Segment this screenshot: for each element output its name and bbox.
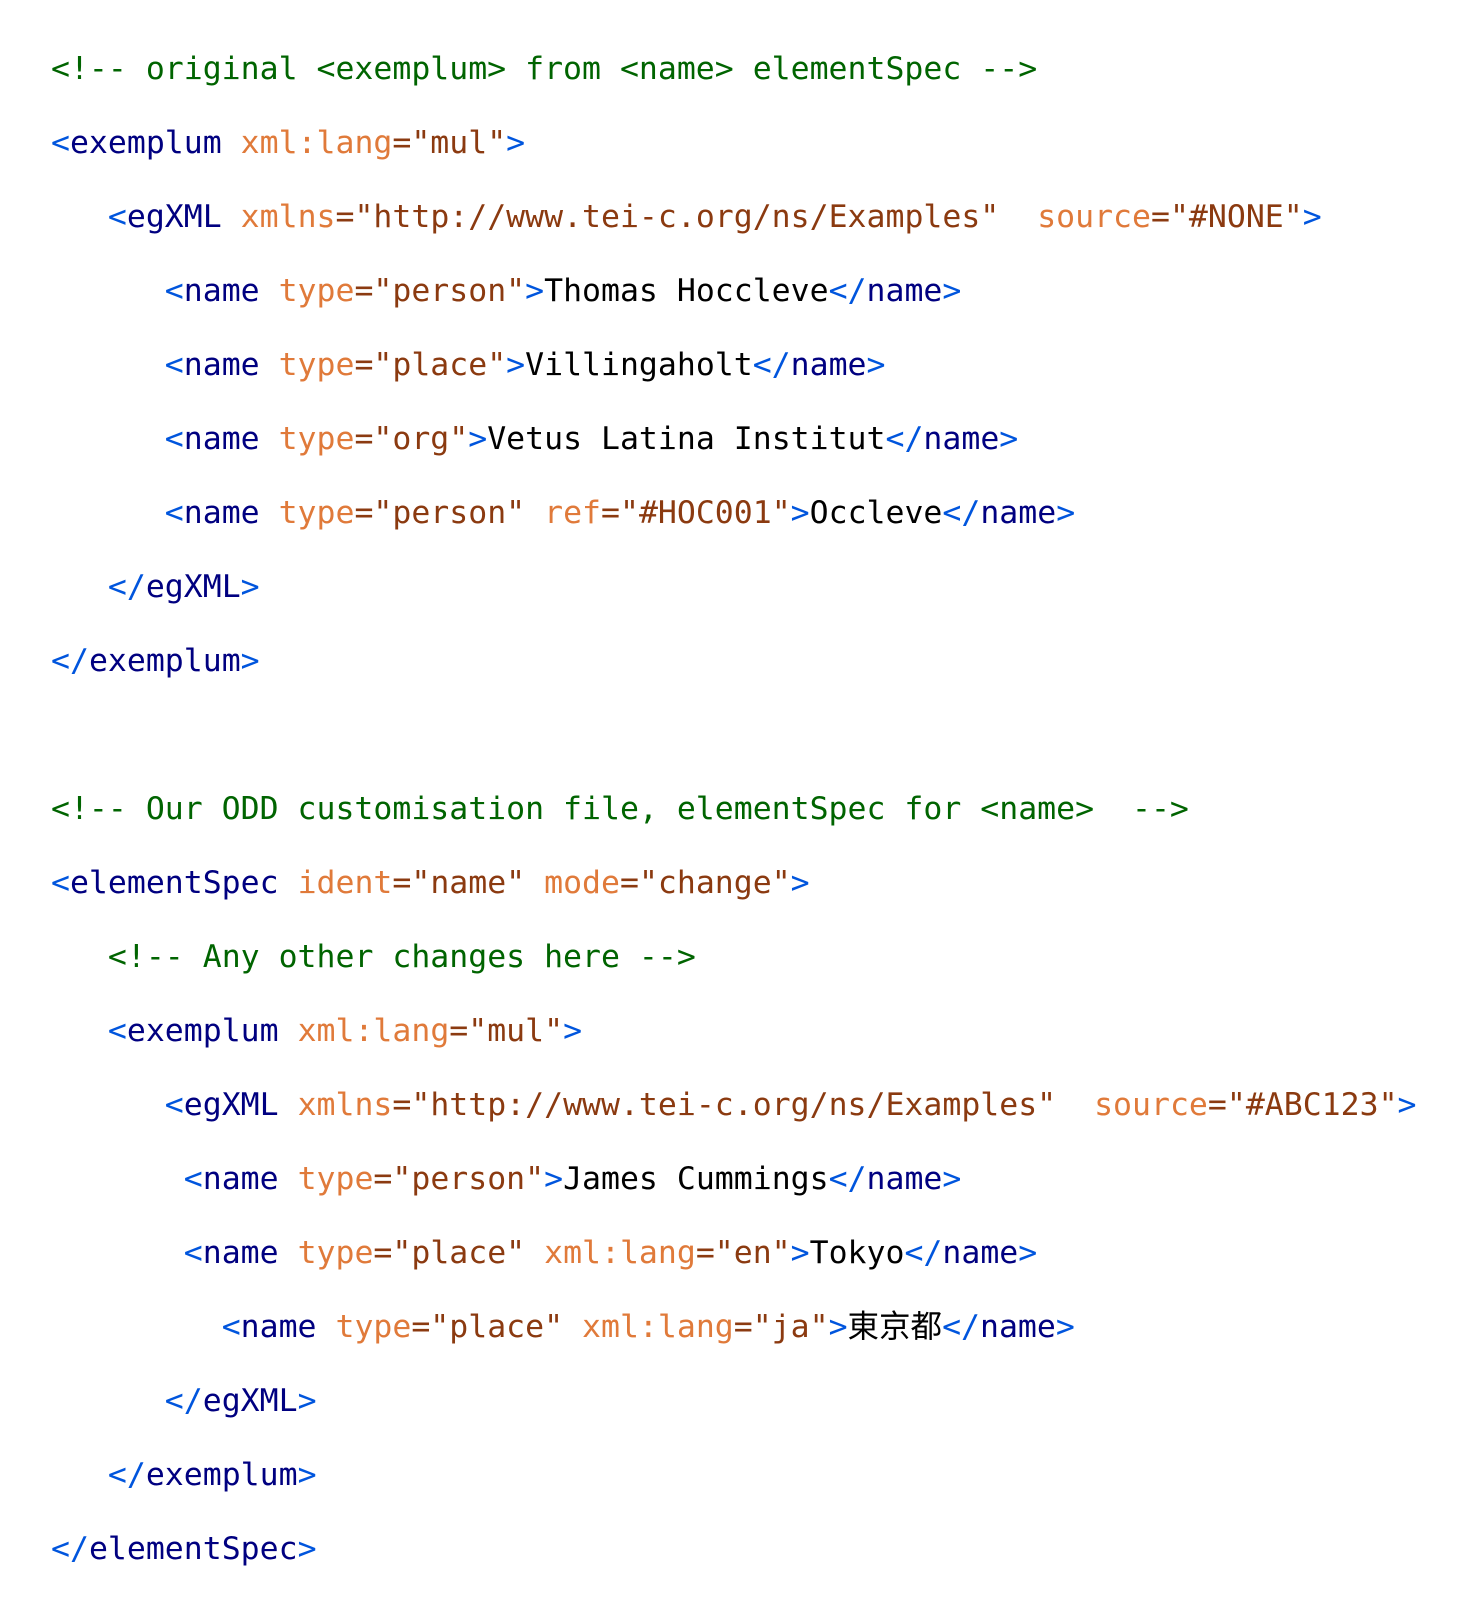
attr-type: type: [278, 347, 355, 383]
comment-original-exemplum: <!-- original <exemplum> from <name> ele…: [51, 51, 1038, 87]
code-line-12: <elementSpec ident="name" mode="change">: [51, 865, 810, 901]
attr-ident: ident: [297, 865, 393, 901]
tag-exemplum: exemplum: [88, 643, 241, 679]
code-line-4: <name type="person">Thomas Hoccleve</nam…: [164, 273, 962, 309]
comment-other-changes: <!-- Any other changes here -->: [107, 939, 696, 975]
code-line-19: </egXML>: [164, 1383, 317, 1419]
tag-name: name: [202, 1235, 279, 1271]
attr-type: type: [297, 1161, 374, 1197]
name-text-thomas-hoccleve: Thomas Hoccleve: [544, 273, 829, 309]
attr-source: source: [1037, 199, 1151, 235]
name-text-tokyo: Tokyo: [809, 1235, 905, 1271]
attr-value-ja: ="ja": [733, 1309, 829, 1345]
tag-name: name: [183, 421, 260, 457]
code-line-14: <exemplum xml:lang="mul">: [107, 1013, 583, 1049]
code-line-15: <egXML xmlns="http://www.tei-c.org/ns/Ex…: [164, 1087, 1417, 1123]
name-text-tokyo-japanese: 東京都: [847, 1309, 943, 1345]
attr-value-en: ="en": [695, 1235, 791, 1271]
tag-name: name: [202, 1161, 279, 1197]
code-line-17: <name type="place" xml:lang="en">Tokyo</…: [183, 1235, 1038, 1271]
attr-value-mul: ="mul": [392, 125, 507, 161]
attr-value-none: ="#NONE": [1151, 199, 1303, 235]
code-line-2: <exemplum xml:lang="mul">: [51, 125, 526, 161]
code-line-3: <egXML xmlns="http://www.tei-c.org/ns/Ex…: [107, 199, 1322, 235]
tag-name: name: [980, 1309, 1056, 1345]
name-text-vetus-latina-institut: Vetus Latina Institut: [487, 421, 886, 457]
code-line-18: <name type="place" xml:lang="ja">東京都</na…: [221, 1309, 1075, 1345]
attr-xml-lang: xml:lang: [297, 1013, 450, 1049]
code-line-9: </exemplum>: [51, 643, 260, 679]
attr-value-place: ="place": [354, 347, 507, 383]
attr-ref: ref: [544, 495, 602, 531]
attr-value-namespace: ="http://www.tei-c.org/ns/Examples": [335, 199, 1000, 235]
attr-type: type: [278, 273, 355, 309]
attr-value-change: ="change": [619, 865, 791, 901]
attr-value-abc123: ="#ABC123": [1207, 1087, 1398, 1123]
tag-exemplum: exemplum: [69, 125, 222, 161]
attr-value-person: ="person": [354, 495, 526, 531]
attr-type: type: [297, 1235, 374, 1271]
attr-xmlns: xmlns: [297, 1087, 393, 1123]
code-line-20: </exemplum>: [107, 1457, 317, 1493]
tag-name: name: [183, 347, 260, 383]
code-line-16: <name type="person">James Cummings</name…: [183, 1161, 962, 1197]
attr-value-org: ="org": [354, 421, 469, 457]
tag-name: name: [240, 1309, 317, 1345]
tag-name: name: [866, 1161, 943, 1197]
code-line-7: <name type="person" ref="#HOC001">Occlev…: [164, 495, 1076, 531]
tag-egxml: egXML: [183, 1087, 279, 1123]
attr-mode: mode: [544, 865, 620, 901]
attr-value-place: ="place": [373, 1235, 526, 1271]
comment-odd-customisation: <!-- Our ODD customisation file, element…: [51, 791, 1189, 827]
tag-egxml: egXML: [145, 569, 241, 605]
code-line-6: <name type="org">Vetus Latina Institut</…: [164, 421, 1019, 457]
attr-xmlns: xmlns: [240, 199, 336, 235]
tag-name: name: [183, 495, 260, 531]
code-listing: <!-- original <exemplum> from <name> ele…: [51, 14, 1417, 1600]
tag-exemplum: exemplum: [126, 1013, 279, 1049]
tag-name: name: [183, 273, 260, 309]
tag-elementspec: elementSpec: [88, 1531, 298, 1567]
tag-name: name: [790, 347, 867, 383]
tag-name: name: [980, 495, 1057, 531]
name-text-occleve: Occleve: [809, 495, 943, 531]
attr-xml-lang: xml:lang: [582, 1309, 734, 1345]
attr-value-place: ="place": [411, 1309, 564, 1345]
attr-type: type: [278, 421, 355, 457]
tag-egxml: egXML: [126, 199, 222, 235]
attr-value-person: ="person": [354, 273, 526, 309]
code-line-13: <!-- Any other changes here -->: [51, 939, 1417, 976]
attr-value-mul: ="mul": [449, 1013, 564, 1049]
code-line-1: <!-- original <exemplum> from <name> ele…: [51, 51, 1417, 88]
attr-value-hoc001: ="#HOC001": [601, 495, 791, 531]
attr-type: type: [335, 1309, 412, 1345]
tag-exemplum: exemplum: [145, 1457, 298, 1493]
tag-egxml: egXML: [202, 1383, 298, 1419]
code-line-11: <!-- Our ODD customisation file, element…: [51, 791, 1417, 828]
tag-name: name: [942, 1235, 1019, 1271]
attr-value-namespace: ="http://www.tei-c.org/ns/Examples": [392, 1087, 1057, 1123]
name-text-villingaholt: Villingaholt: [525, 347, 753, 383]
attr-value-person: ="person": [373, 1161, 545, 1197]
tag-elementspec: elementSpec: [69, 865, 279, 901]
name-text-james-cummings: James Cummings: [563, 1161, 829, 1197]
tag-name: name: [923, 421, 1000, 457]
code-line-8: </egXML>: [107, 569, 260, 605]
attr-xml-lang: xml:lang: [544, 1235, 696, 1271]
code-line-5: <name type="place">Villingaholt</name>: [164, 347, 886, 383]
attr-value-name: ="name": [392, 865, 526, 901]
code-line-21: </elementSpec>: [51, 1531, 317, 1567]
tag-name: name: [866, 273, 943, 309]
attr-source: source: [1094, 1087, 1208, 1123]
attr-type: type: [278, 495, 355, 531]
attr-xml-lang: xml:lang: [240, 125, 393, 161]
